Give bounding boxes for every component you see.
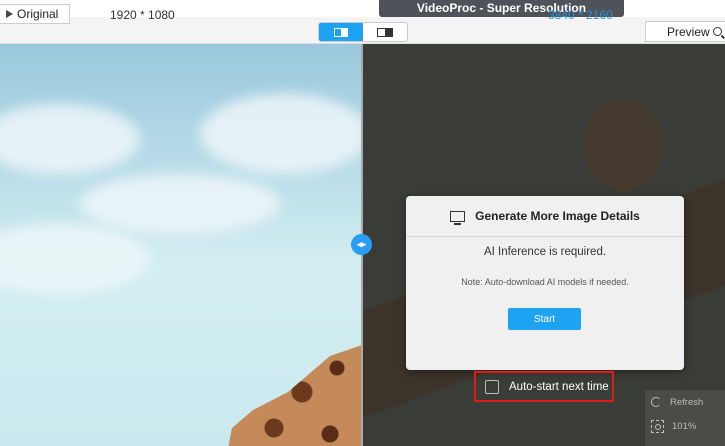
side-by-side-button[interactable] (363, 23, 407, 41)
dialog-title: Generate More Image Details (475, 209, 640, 223)
autostart-label: Auto-start next time (509, 380, 609, 393)
start-button[interactable]: Start (508, 308, 581, 330)
autostart-option[interactable]: Auto-start next time (474, 371, 614, 402)
dialog-note: Note: Auto-download AI models if needed. (461, 277, 629, 287)
zoom-icon (651, 419, 664, 433)
dialog-message: AI Inference is required. (483, 246, 607, 258)
split-handle[interactable]: ◂▸ (351, 234, 372, 255)
original-resolution: 1920 * 1080 (110, 8, 175, 22)
monitor-icon (450, 210, 466, 225)
giraffe-image-left (225, 344, 362, 446)
zoom-label: 101% (672, 420, 697, 432)
zoom-control[interactable]: 101% (648, 416, 722, 436)
output-resolution: 3840 * 2160 (548, 8, 613, 22)
refresh-button[interactable]: Refresh (648, 392, 722, 412)
refresh-label: Refresh (670, 396, 704, 408)
split-view-icon (334, 27, 348, 37)
autostart-checkbox[interactable] (485, 379, 499, 394)
view-mode-toggle (318, 22, 408, 42)
play-icon (6, 10, 13, 18)
original-button[interactable]: Original (0, 4, 70, 24)
dialog-header: Generate More Image Details (406, 196, 684, 237)
split-view-button[interactable] (319, 23, 363, 41)
side-by-side-icon (377, 27, 393, 37)
refresh-icon (651, 397, 661, 407)
magnifier-icon (712, 27, 722, 36)
original-image-pane (0, 44, 362, 446)
drag-arrows-icon: ◂▸ (356, 239, 367, 249)
preview-button[interactable]: Preview (645, 21, 725, 42)
preview-label: Preview (667, 24, 710, 39)
ai-details-dialog: Generate More Image Details AI Inference… (406, 196, 684, 370)
original-label: Original (17, 7, 59, 21)
